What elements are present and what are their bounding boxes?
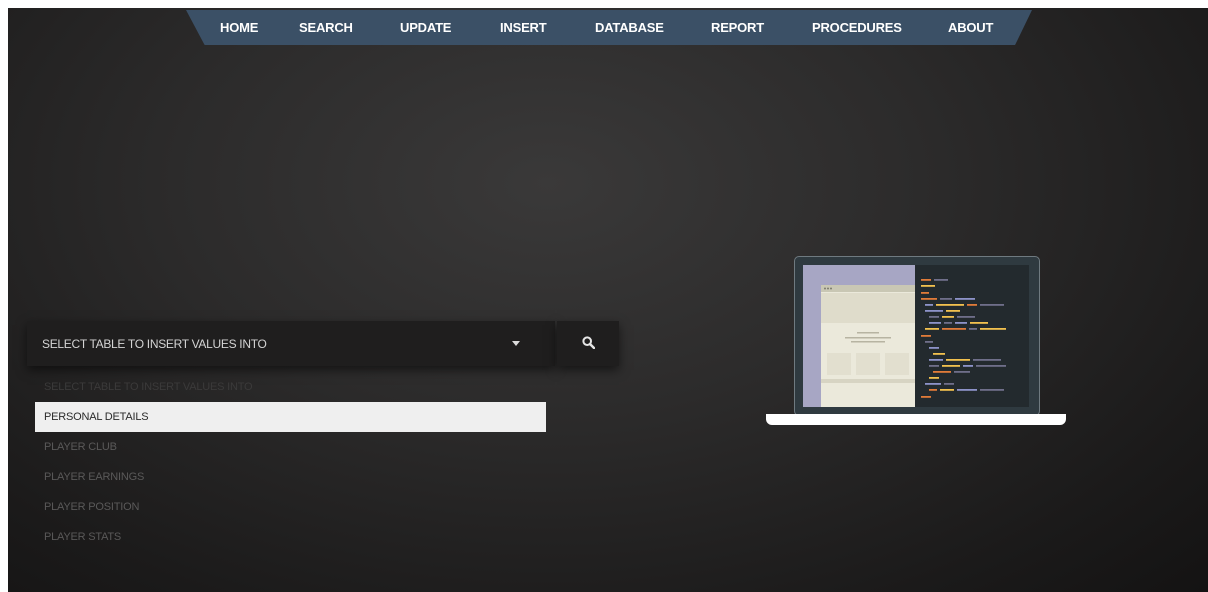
nav-procedures[interactable]: PROCEDURES: [812, 10, 902, 45]
search-button[interactable]: [557, 321, 619, 366]
search-icon: [582, 336, 595, 349]
option-placeholder: SELECT TABLE TO INSERT VALUES INTO: [44, 381, 253, 393]
laptop-screen: [803, 265, 1029, 407]
nav-report[interactable]: REPORT: [711, 10, 764, 45]
table-options-list: SELECT TABLE TO INSERT VALUES INTO PERSO…: [35, 372, 546, 552]
option-player-earnings[interactable]: PLAYER EARNINGS: [35, 462, 546, 492]
page-background: HOME SEARCH UPDATE INSERT DATABASE REPOR…: [8, 8, 1208, 592]
option-personal-details[interactable]: PERSONAL DETAILS: [35, 402, 546, 432]
option-player-position[interactable]: PLAYER POSITION: [35, 492, 546, 522]
code-lines-graphic: [921, 279, 1006, 398]
main-nav: HOME SEARCH UPDATE INSERT DATABASE REPOR…: [186, 10, 1032, 45]
nav-home[interactable]: HOME: [220, 10, 258, 45]
laptop-code-illustration: [794, 256, 1040, 416]
nav-insert[interactable]: INSERT: [500, 10, 547, 45]
table-select[interactable]: SELECT TABLE TO INSERT VALUES INTO: [27, 321, 555, 366]
table-select-value: SELECT TABLE TO INSERT VALUES INTO: [42, 337, 267, 351]
nav-update[interactable]: UPDATE: [400, 10, 451, 45]
nav-about[interactable]: ABOUT: [948, 10, 993, 45]
option-player-stats[interactable]: PLAYER STATS: [35, 522, 546, 552]
option-player-club[interactable]: PLAYER CLUB: [35, 432, 546, 462]
caret-down-icon: [512, 341, 520, 346]
nav-search[interactable]: SEARCH: [299, 10, 353, 45]
laptop-base: [766, 414, 1066, 425]
nav-database[interactable]: DATABASE: [595, 10, 664, 45]
